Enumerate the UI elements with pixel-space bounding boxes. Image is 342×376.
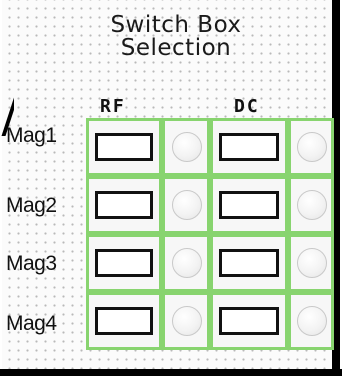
row-label-mag4: Mag4 — [6, 312, 57, 335]
rf-cell-mag3 — [86, 234, 162, 292]
rf-cell-mag2 — [86, 176, 162, 234]
row-label-mag1: Mag1 — [6, 124, 57, 147]
dc-cell-mag4 — [210, 292, 288, 350]
dc-switch-button-mag1[interactable] — [219, 133, 279, 161]
dc-cell-mag3 — [210, 234, 288, 292]
dc-indicator-cell-mag4 — [288, 292, 334, 350]
dc-indicator-cell-mag1 — [288, 118, 334, 176]
rf-indicator-cell-mag1 — [162, 118, 210, 176]
rf-cell-mag1 — [86, 118, 162, 176]
dc-indicator-light-mag1 — [297, 132, 327, 162]
dc-cell-mag2 — [210, 176, 288, 234]
dc-switch-button-mag4[interactable] — [219, 307, 279, 335]
row-label-mag2: Mag2 — [6, 194, 57, 217]
dc-switch-button-mag2[interactable] — [219, 191, 279, 219]
column-header-dc: DC — [234, 96, 260, 117]
rf-indicator-cell-mag4 — [162, 292, 210, 350]
dc-indicator-light-mag2 — [297, 190, 327, 220]
rf-cell-mag4 — [86, 292, 162, 350]
dc-indicator-light-mag3 — [297, 248, 327, 278]
panel-frame-bottom — [0, 369, 342, 376]
rf-indicator-light-mag3 — [172, 248, 202, 278]
rf-switch-button-mag2[interactable] — [95, 191, 153, 219]
dc-indicator-light-mag4 — [297, 306, 327, 336]
row-label-mag3: Mag3 — [6, 252, 57, 275]
column-header-rf: RF — [100, 96, 126, 117]
dc-switch-button-mag3[interactable] — [219, 249, 279, 277]
rf-switch-button-mag4[interactable] — [95, 307, 153, 335]
panel-title: Switch Box Selection — [78, 14, 274, 60]
rf-indicator-light-mag1 — [172, 132, 202, 162]
dc-cell-mag1 — [210, 118, 288, 176]
rf-indicator-light-mag4 — [172, 306, 202, 336]
rf-switch-button-mag1[interactable] — [95, 133, 153, 161]
panel-title-line1: Switch Box — [110, 12, 242, 38]
rf-indicator-cell-mag3 — [162, 234, 210, 292]
dc-indicator-cell-mag2 — [288, 176, 334, 234]
rf-switch-button-mag3[interactable] — [95, 249, 153, 277]
rf-indicator-light-mag2 — [172, 190, 202, 220]
dc-indicator-cell-mag3 — [288, 234, 334, 292]
rf-indicator-cell-mag2 — [162, 176, 210, 234]
panel-title-line2: Selection — [120, 35, 232, 61]
